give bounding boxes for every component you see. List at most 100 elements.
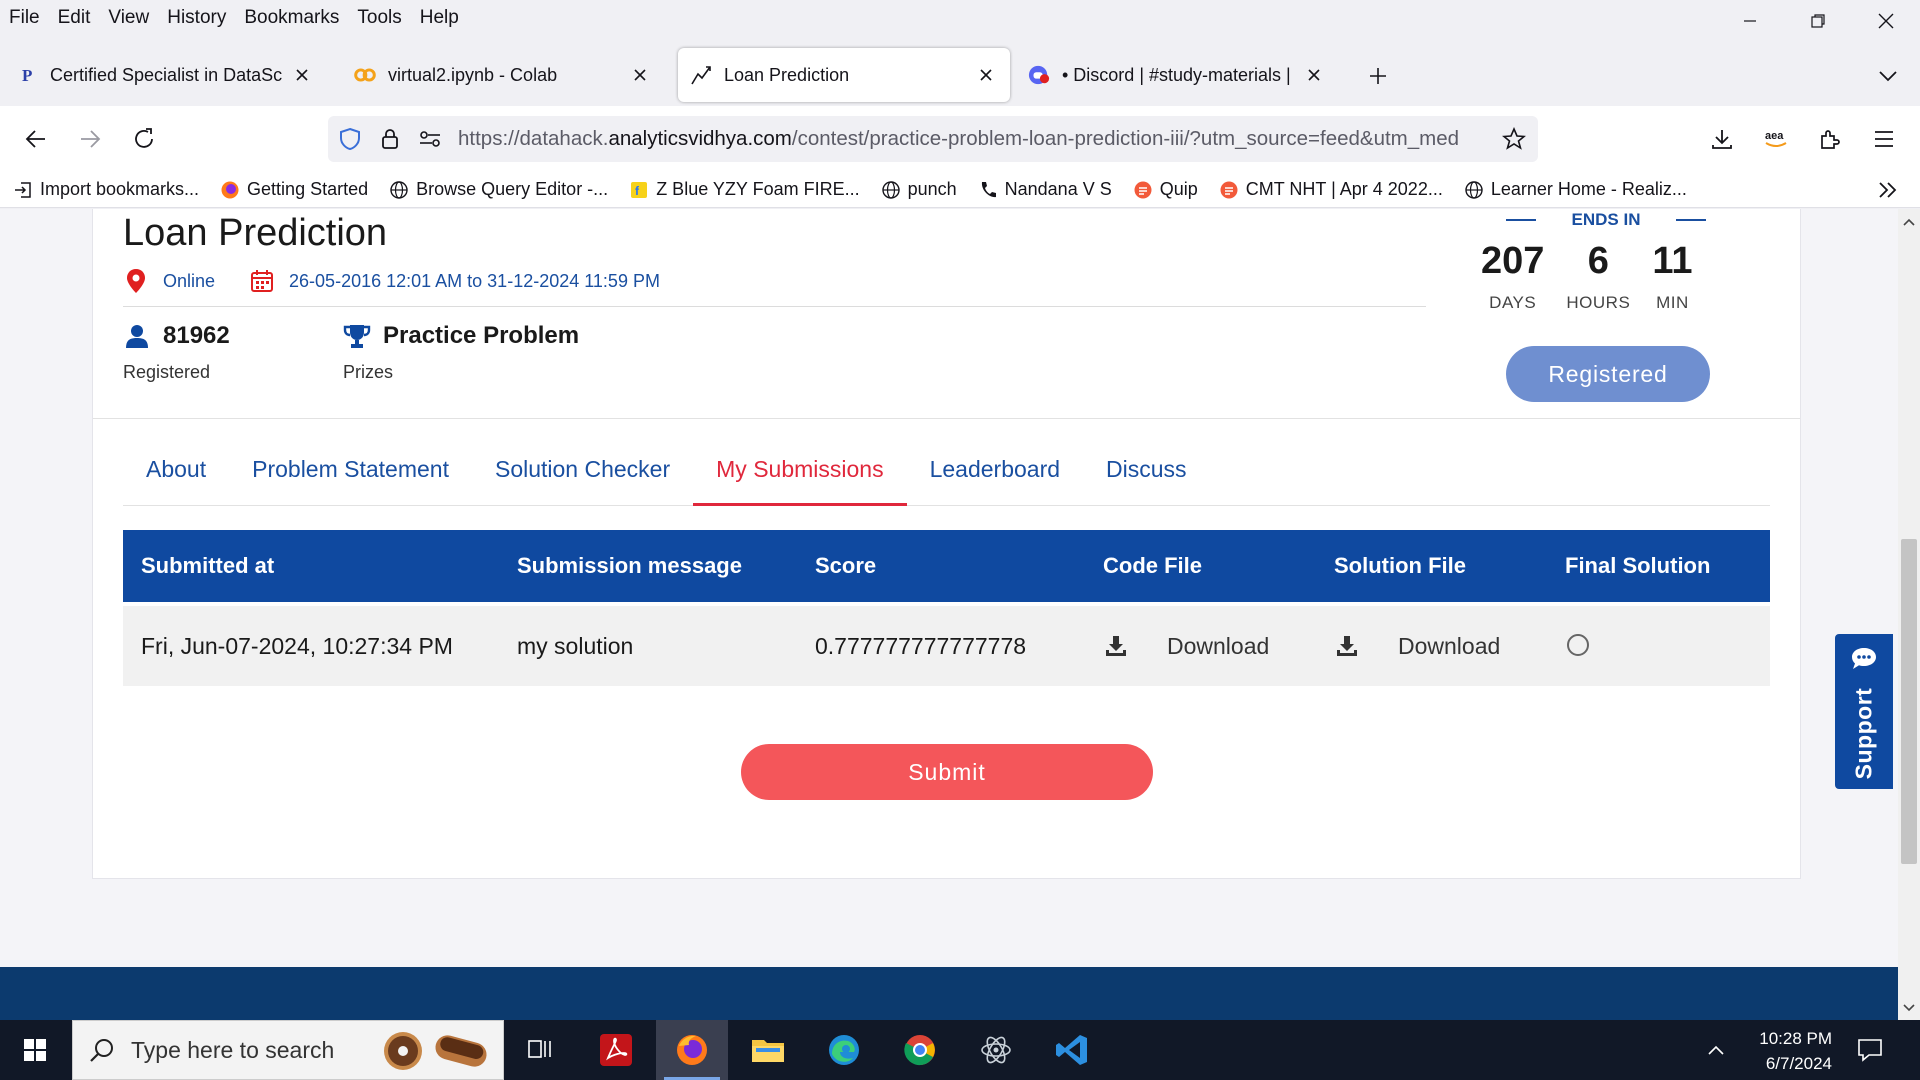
taskbar-chrome[interactable] bbox=[884, 1020, 956, 1080]
bookmark-cmt-nht[interactable]: CMT NHT | Apr 4 2022... bbox=[1206, 179, 1451, 201]
user-icon bbox=[123, 322, 151, 350]
window-controls bbox=[1716, 0, 1920, 42]
close-icon bbox=[634, 69, 646, 81]
meta-divider bbox=[123, 306, 1426, 307]
scroll-down-arrow-icon[interactable] bbox=[1902, 1001, 1916, 1015]
tab-close-button[interactable] bbox=[290, 63, 314, 87]
final-solution-radio[interactable] bbox=[1567, 634, 1589, 656]
bookmark-z-blue[interactable]: f Z Blue YZY Foam FIRE... bbox=[616, 179, 867, 201]
amazon-extension-button[interactable]: aea bbox=[1756, 119, 1796, 159]
taskbar-edge[interactable] bbox=[808, 1020, 880, 1080]
header-final-solution: Final Solution bbox=[1565, 553, 1711, 578]
bookmark-browse-query-editor[interactable]: Browse Query Editor -... bbox=[376, 179, 616, 201]
tab-leaderboard[interactable]: Leaderboard bbox=[907, 450, 1083, 506]
tab-discuss[interactable]: Discuss bbox=[1083, 450, 1210, 506]
shield-icon[interactable] bbox=[332, 121, 368, 157]
menu-edit[interactable]: Edit bbox=[49, 7, 100, 29]
ends-in-rule-left bbox=[1506, 219, 1536, 221]
show-hidden-icons-button[interactable] bbox=[1700, 1034, 1732, 1066]
prizes-label: Prizes bbox=[343, 362, 394, 382]
contest-card: Loan Prediction Online 26-05-2016 12:01 … bbox=[92, 209, 1801, 879]
app-menu-button[interactable] bbox=[1864, 119, 1904, 159]
minimize-button[interactable] bbox=[1716, 0, 1784, 42]
bookmark-quip[interactable]: Quip bbox=[1120, 179, 1206, 201]
new-tab-button[interactable] bbox=[1362, 60, 1394, 92]
page-viewport: Loan Prediction Online 26-05-2016 12:01 … bbox=[0, 209, 1898, 1020]
task-view-button[interactable] bbox=[504, 1020, 576, 1080]
restore-button[interactable] bbox=[1784, 0, 1852, 42]
puzzle-icon bbox=[1821, 130, 1840, 149]
tab-my-submissions[interactable]: My Submissions bbox=[693, 450, 907, 506]
bookmark-star-button[interactable] bbox=[1494, 119, 1534, 159]
tab-colab[interactable]: virtual2.ipynb - Colab bbox=[342, 48, 664, 102]
extensions-button[interactable] bbox=[1810, 119, 1850, 159]
url-prefix: https://datahack. bbox=[458, 127, 609, 150]
registered-button[interactable]: Registered bbox=[1506, 346, 1710, 402]
amazon-icon: aea bbox=[1765, 130, 1787, 147]
submit-button[interactable]: Submit bbox=[741, 744, 1153, 800]
address-bar[interactable]: https://datahack.analyticsvidhya.com/con… bbox=[328, 116, 1538, 162]
tab-close-button[interactable] bbox=[974, 63, 998, 87]
bookmark-punch[interactable]: punch bbox=[868, 179, 965, 201]
tab-certified-specialist[interactable]: P Certified Specialist in DataScien bbox=[4, 48, 326, 102]
taskbar-clock[interactable]: 10:28 PM 6/7/2024 bbox=[1742, 1026, 1832, 1076]
restore-icon bbox=[1811, 14, 1825, 28]
more-bookmarks-button[interactable] bbox=[1874, 176, 1902, 204]
permissions-icon[interactable] bbox=[412, 121, 448, 157]
tab-close-button[interactable] bbox=[1302, 63, 1326, 87]
menu-history[interactable]: History bbox=[158, 7, 235, 29]
reload-button[interactable] bbox=[124, 119, 164, 159]
globe-icon bbox=[880, 179, 902, 201]
bookmark-getting-started[interactable]: Getting Started bbox=[207, 179, 376, 201]
bookmark-label: Learner Home - Realiz... bbox=[1490, 179, 1687, 199]
lock-icon[interactable] bbox=[372, 121, 408, 157]
countdown-value: 207 bbox=[1481, 240, 1545, 282]
back-button[interactable] bbox=[16, 119, 56, 159]
plus-icon bbox=[1370, 68, 1386, 84]
ends-in-header: ENDS IN bbox=[1506, 210, 1706, 230]
tab-loan-prediction[interactable]: Loan Prediction bbox=[678, 48, 1010, 102]
url-text[interactable]: https://datahack.analyticsvidhya.com/con… bbox=[458, 127, 1494, 151]
solution-file-download[interactable]: Download bbox=[1334, 633, 1565, 660]
tab-close-button[interactable] bbox=[628, 63, 652, 87]
menu-help[interactable]: Help bbox=[411, 7, 468, 29]
bookmark-label: punch bbox=[907, 179, 957, 199]
menu-file[interactable]: File bbox=[0, 7, 49, 29]
taskbar-firefox[interactable] bbox=[656, 1020, 728, 1080]
star-icon bbox=[1502, 127, 1526, 150]
cell-message: my solution bbox=[517, 632, 634, 659]
chart-icon bbox=[690, 64, 712, 86]
taskbar-vscode[interactable] bbox=[1036, 1020, 1108, 1080]
list-all-tabs-button[interactable] bbox=[1872, 60, 1904, 92]
atom-icon bbox=[981, 1036, 1011, 1064]
scroll-up-arrow-icon[interactable] bbox=[1902, 215, 1916, 229]
start-button[interactable] bbox=[0, 1020, 70, 1080]
search-icon bbox=[87, 1035, 117, 1065]
bookmark-learner-home[interactable]: Learner Home - Realiz... bbox=[1451, 179, 1695, 201]
taskbar-search-box[interactable]: Type here to search bbox=[72, 1020, 504, 1080]
tab-solution-checker[interactable]: Solution Checker bbox=[472, 450, 693, 506]
tab-about[interactable]: About bbox=[123, 450, 229, 506]
taskbar-file-explorer[interactable] bbox=[732, 1020, 804, 1080]
code-file-download[interactable]: Download bbox=[1103, 633, 1334, 660]
menu-bookmarks[interactable]: Bookmarks bbox=[235, 7, 348, 29]
taskbar-acrobat[interactable] bbox=[580, 1020, 652, 1080]
page-scrollbar[interactable] bbox=[1898, 209, 1920, 1020]
tab-problem-statement[interactable]: Problem Statement bbox=[229, 450, 472, 506]
menu-view[interactable]: View bbox=[99, 7, 158, 29]
p-icon: P bbox=[16, 64, 38, 86]
scrollbar-thumb[interactable] bbox=[1901, 539, 1917, 864]
bookmark-label: Quip bbox=[1159, 179, 1198, 199]
support-widget[interactable]: Support bbox=[1835, 634, 1893, 789]
table-header: Submitted at Submission message Score Co… bbox=[123, 530, 1770, 602]
forward-button[interactable] bbox=[70, 119, 110, 159]
download-label: Download bbox=[1167, 632, 1270, 659]
close-window-button[interactable] bbox=[1852, 0, 1920, 42]
tab-discord[interactable]: • Discord | #study-materials | D bbox=[1016, 48, 1338, 102]
downloads-button[interactable] bbox=[1702, 119, 1742, 159]
bookmark-import[interactable]: Import bookmarks... bbox=[0, 179, 207, 201]
bookmark-nandana[interactable]: Nandana V S bbox=[965, 179, 1120, 201]
menu-tools[interactable]: Tools bbox=[348, 7, 410, 29]
taskbar-atom[interactable] bbox=[960, 1020, 1032, 1080]
notifications-button[interactable] bbox=[1850, 1032, 1890, 1068]
